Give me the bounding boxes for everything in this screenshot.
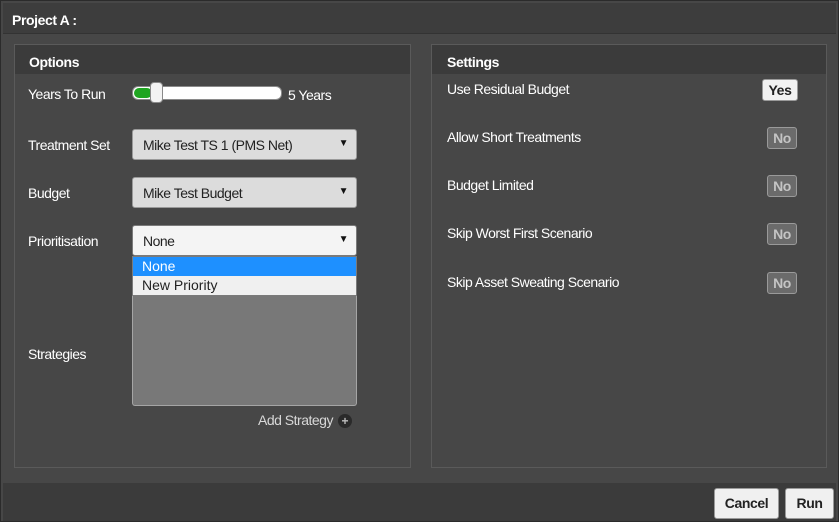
budget-value: Mike Test Budget: [143, 185, 243, 201]
budget-select[interactable]: Mike Test Budget ▼: [132, 177, 357, 208]
prioritisation-value: None: [143, 233, 175, 249]
setting-label-use-residual-budget: Use Residual Budget: [447, 81, 570, 97]
dialog-titlebar: Project A :: [3, 3, 836, 34]
strategies-list[interactable]: [132, 296, 357, 406]
setting-label-budget-limited: Budget Limited: [447, 177, 534, 193]
options-panel-header: Options: [15, 45, 410, 74]
toggle-allow-short-treatments[interactable]: No: [767, 127, 797, 149]
settings-panel: Settings: [431, 44, 827, 468]
treatment-set-label: Treatment Set: [28, 137, 110, 153]
toggle-budget-limited[interactable]: No: [767, 175, 797, 197]
prioritisation-select[interactable]: None ▼: [132, 225, 357, 256]
plus-circle-icon[interactable]: +: [338, 414, 352, 428]
prioritisation-label: Prioritisation: [28, 233, 99, 249]
cancel-button[interactable]: Cancel: [714, 488, 779, 519]
treatment-set-value: Mike Test TS 1 (PMS Net): [143, 137, 293, 153]
dialog-footer: [3, 483, 836, 521]
run-project-dialog: Project A : Options Years To Run 5 Years…: [0, 0, 839, 522]
dialog-title: Project A :: [12, 12, 77, 28]
setting-label-skip-asset-sweating: Skip Asset Sweating Scenario: [447, 274, 620, 290]
add-strategy-link[interactable]: Add Strategy: [258, 412, 333, 428]
dropdown-arrow-icon: ▼: [338, 234, 349, 245]
strategies-label: Strategies: [28, 346, 87, 362]
prioritisation-dropdown-list: None New Priority: [132, 256, 357, 296]
treatment-set-select[interactable]: Mike Test TS 1 (PMS Net) ▼: [132, 129, 357, 160]
prioritisation-option-none[interactable]: None: [133, 257, 356, 276]
dropdown-arrow-icon: ▼: [338, 186, 349, 197]
toggle-use-residual-budget[interactable]: Yes: [762, 79, 798, 101]
dropdown-arrow-icon: ▼: [338, 138, 349, 149]
setting-label-skip-worst-first: Skip Worst First Scenario: [447, 225, 593, 241]
settings-header: Settings: [447, 54, 500, 70]
years-slider-handle[interactable]: [150, 82, 163, 103]
years-to-run-label: Years To Run: [28, 86, 106, 102]
toggle-skip-asset-sweating[interactable]: No: [767, 272, 797, 294]
setting-label-allow-short-treatments: Allow Short Treatments: [447, 129, 581, 145]
budget-label: Budget: [28, 185, 70, 201]
years-value: 5 Years: [288, 87, 332, 103]
toggle-skip-worst-first[interactable]: No: [767, 223, 797, 245]
settings-panel-header: Settings: [432, 45, 826, 74]
run-button[interactable]: Run: [785, 488, 834, 519]
options-header: Options: [29, 54, 80, 70]
prioritisation-option-new-priority[interactable]: New Priority: [133, 276, 356, 295]
